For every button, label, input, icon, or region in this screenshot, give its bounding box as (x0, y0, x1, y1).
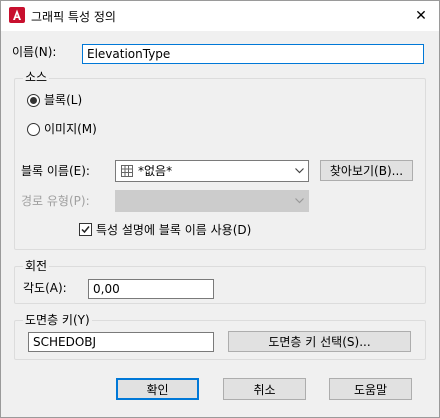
title-bar: 그래픽 특성 정의 ✕ (1, 1, 439, 31)
use-block-name-checkbox[interactable] (79, 223, 92, 236)
window-title: 그래픽 특성 정의 (31, 10, 116, 24)
browse-button[interactable]: 찾아보기(B)... (320, 160, 413, 181)
chevron-down-icon (295, 191, 304, 211)
autocad-logo-icon (8, 6, 26, 24)
path-type-label: 경로 유형(P): (21, 194, 90, 208)
ok-button[interactable]: 확인 (116, 378, 199, 400)
angle-input[interactable]: 0,00 (88, 279, 214, 299)
dialog-window: 그래픽 특성 정의 ✕ 이름(N): ElevationType 소스 블록(L… (0, 0, 440, 418)
layer-key-input[interactable]: SCHEDOBJ (28, 332, 214, 352)
name-label: 이름(N): (12, 45, 57, 59)
block-name-dropdown[interactable]: *없음* (115, 160, 309, 182)
block-radio[interactable] (27, 94, 40, 107)
block-name-label: 블록 이름(E): (21, 164, 90, 178)
image-radio-label: 이미지(M) (44, 122, 97, 136)
use-block-name-label: 특성 설명에 블록 이름 사용(D) (96, 223, 252, 237)
source-group-title: 소스 (23, 70, 50, 84)
block-name-value: *없음* (138, 164, 173, 178)
layer-key-group-title: 도면층 키(Y) (23, 313, 92, 327)
block-icon (120, 164, 134, 181)
select-layer-key-button[interactable]: 도면층 키 선택(S)... (228, 331, 411, 352)
chevron-down-icon (295, 161, 304, 181)
name-input[interactable]: ElevationType (82, 44, 424, 64)
rotation-group (14, 266, 426, 304)
close-icon: ✕ (415, 8, 427, 24)
rotation-group-title: 회전 (23, 259, 50, 273)
block-radio-label: 블록(L) (44, 93, 83, 107)
cancel-button[interactable]: 취소 (223, 378, 306, 400)
close-button[interactable]: ✕ (403, 1, 439, 31)
path-type-dropdown[interactable] (115, 190, 309, 212)
image-radio[interactable] (27, 123, 40, 136)
help-button[interactable]: 도움말 (329, 378, 412, 400)
angle-label: 각도(A): (23, 281, 67, 295)
